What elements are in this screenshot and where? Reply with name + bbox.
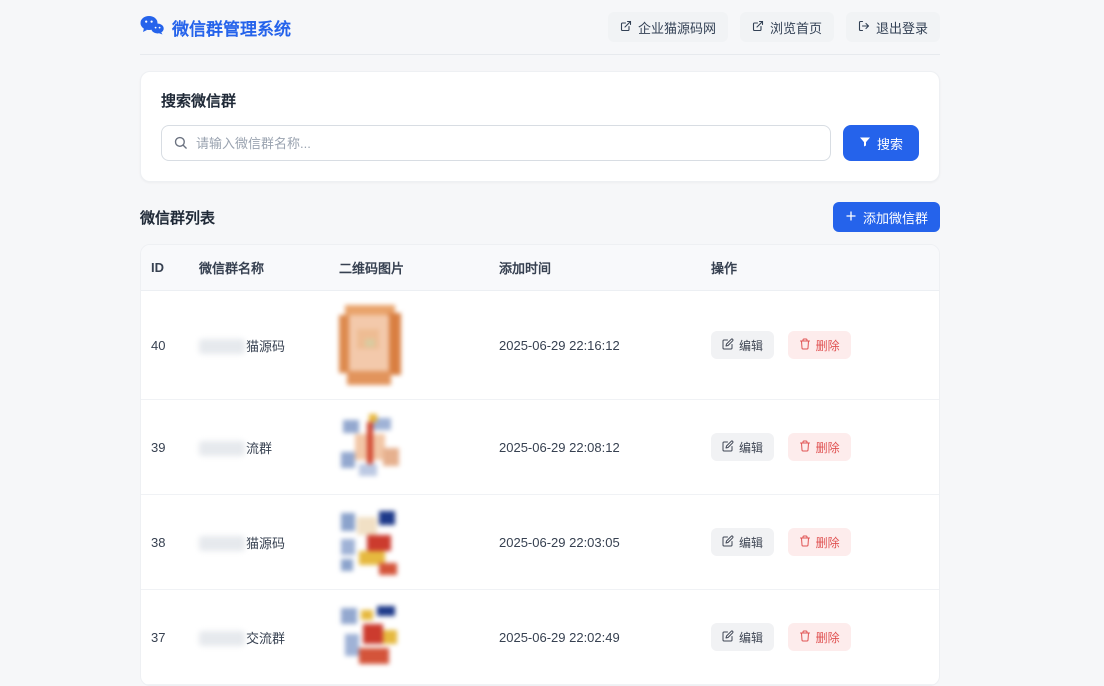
table-row: 39 流群 2025-06-29 22:08:12 [141,400,939,495]
cell-qr [339,305,499,385]
search-input[interactable] [161,125,831,161]
delete-button-label: 删除 [816,629,840,646]
qr-code-image [339,604,401,670]
header-nav: 企业猫源码网 浏览首页 退出登录 [608,12,940,42]
edit-pencil-icon [722,630,734,645]
search-button-label: 搜索 [877,134,903,153]
group-table: ID 微信群名称 二维码图片 添加时间 操作 40 猫源码 [140,244,940,686]
delete-button-label: 删除 [816,534,840,551]
nav-source-site-button[interactable]: 企业猫源码网 [608,12,728,42]
nav-logout-button[interactable]: 退出登录 [846,12,940,42]
trash-icon [799,535,811,550]
delete-button[interactable]: 删除 [788,623,851,651]
external-link-icon [620,20,632,35]
list-title: 微信群列表 [140,207,215,228]
edit-pencil-icon [722,338,734,353]
brand: 微信群管理系统 [140,15,291,40]
cell-actions: 编辑 删除 [711,528,939,556]
table-header-row: ID 微信群名称 二维码图片 添加时间 操作 [141,245,939,291]
cell-id: 39 [141,440,199,455]
plus-icon [845,210,857,225]
edit-button-label: 编辑 [739,337,763,354]
search-card-title: 搜索微信群 [161,90,919,111]
group-name-text: 流群 [246,441,272,456]
filter-funnel-icon [859,136,871,151]
column-header-qr: 二维码图片 [339,258,499,277]
column-header-time: 添加时间 [499,258,711,277]
cell-actions: 编辑 删除 [711,623,939,651]
delete-button-label: 删除 [816,439,840,456]
table-row: 38 猫源码 2025-06-29 22:03:05 [141,495,939,590]
column-header-name: 微信群名称 [199,258,339,277]
table-row: 40 猫源码 2025-06-29 22:16:12 [141,291,939,400]
cell-added-time: 2025-06-29 22:08:12 [499,440,711,455]
trash-icon [799,630,811,645]
search-input-wrap [161,125,831,161]
table-row: 37 交流群 2025-06-29 22:02:49 [141,590,939,685]
redacted-text-blur [199,339,245,354]
external-link-icon [752,20,764,35]
cell-group-name: 交流群 [199,628,339,647]
trash-icon [799,338,811,353]
qr-code-image [339,509,401,575]
column-header-actions: 操作 [711,258,939,277]
delete-button-label: 删除 [816,337,840,354]
trash-icon [799,440,811,455]
group-name-text: 交流群 [246,631,285,646]
cell-actions: 编辑 删除 [711,433,939,461]
search-card: 搜索微信群 搜索 [140,71,940,182]
edit-button[interactable]: 编辑 [711,433,774,461]
redacted-text-blur [199,441,245,456]
redacted-text-blur [199,536,245,551]
edit-button[interactable]: 编辑 [711,528,774,556]
edit-button-label: 编辑 [739,439,763,456]
search-button[interactable]: 搜索 [843,125,919,161]
qr-code-image [339,414,401,480]
cell-qr [339,509,499,575]
nav-browse-home-button[interactable]: 浏览首页 [740,12,834,42]
group-name-text: 猫源码 [246,536,285,551]
cell-qr [339,604,499,670]
cell-id: 38 [141,535,199,550]
edit-pencil-icon [722,535,734,550]
edit-button-label: 编辑 [739,629,763,646]
cell-added-time: 2025-06-29 22:16:12 [499,338,711,353]
app-title: 微信群管理系统 [172,15,291,40]
delete-button[interactable]: 删除 [788,433,851,461]
nav-label: 浏览首页 [770,18,822,37]
cell-id: 40 [141,338,199,353]
wechat-logo-icon [140,15,164,40]
edit-button[interactable]: 编辑 [711,331,774,359]
cell-group-name: 猫源码 [199,336,339,355]
nav-label: 企业猫源码网 [638,18,716,37]
redacted-text-blur [199,631,245,646]
cell-added-time: 2025-06-29 22:02:49 [499,630,711,645]
add-group-button[interactable]: 添加微信群 [833,202,940,232]
page-container: 微信群管理系统 企业猫源码网 浏览首页 [140,0,940,686]
cell-added-time: 2025-06-29 22:03:05 [499,535,711,550]
qr-code-image [339,305,401,385]
cell-group-name: 猫源码 [199,533,339,552]
cell-id: 37 [141,630,199,645]
logout-icon [858,20,870,35]
cell-qr [339,414,499,480]
edit-button-label: 编辑 [739,534,763,551]
cell-actions: 编辑 删除 [711,331,939,359]
edit-button[interactable]: 编辑 [711,623,774,651]
edit-pencil-icon [722,440,734,455]
column-header-id: ID [141,260,199,275]
delete-button[interactable]: 删除 [788,528,851,556]
delete-button[interactable]: 删除 [788,331,851,359]
add-group-button-label: 添加微信群 [863,208,928,227]
nav-label: 退出登录 [876,18,928,37]
app-header: 微信群管理系统 企业猫源码网 浏览首页 [140,0,940,55]
group-name-text: 猫源码 [246,339,285,354]
cell-group-name: 流群 [199,438,339,457]
